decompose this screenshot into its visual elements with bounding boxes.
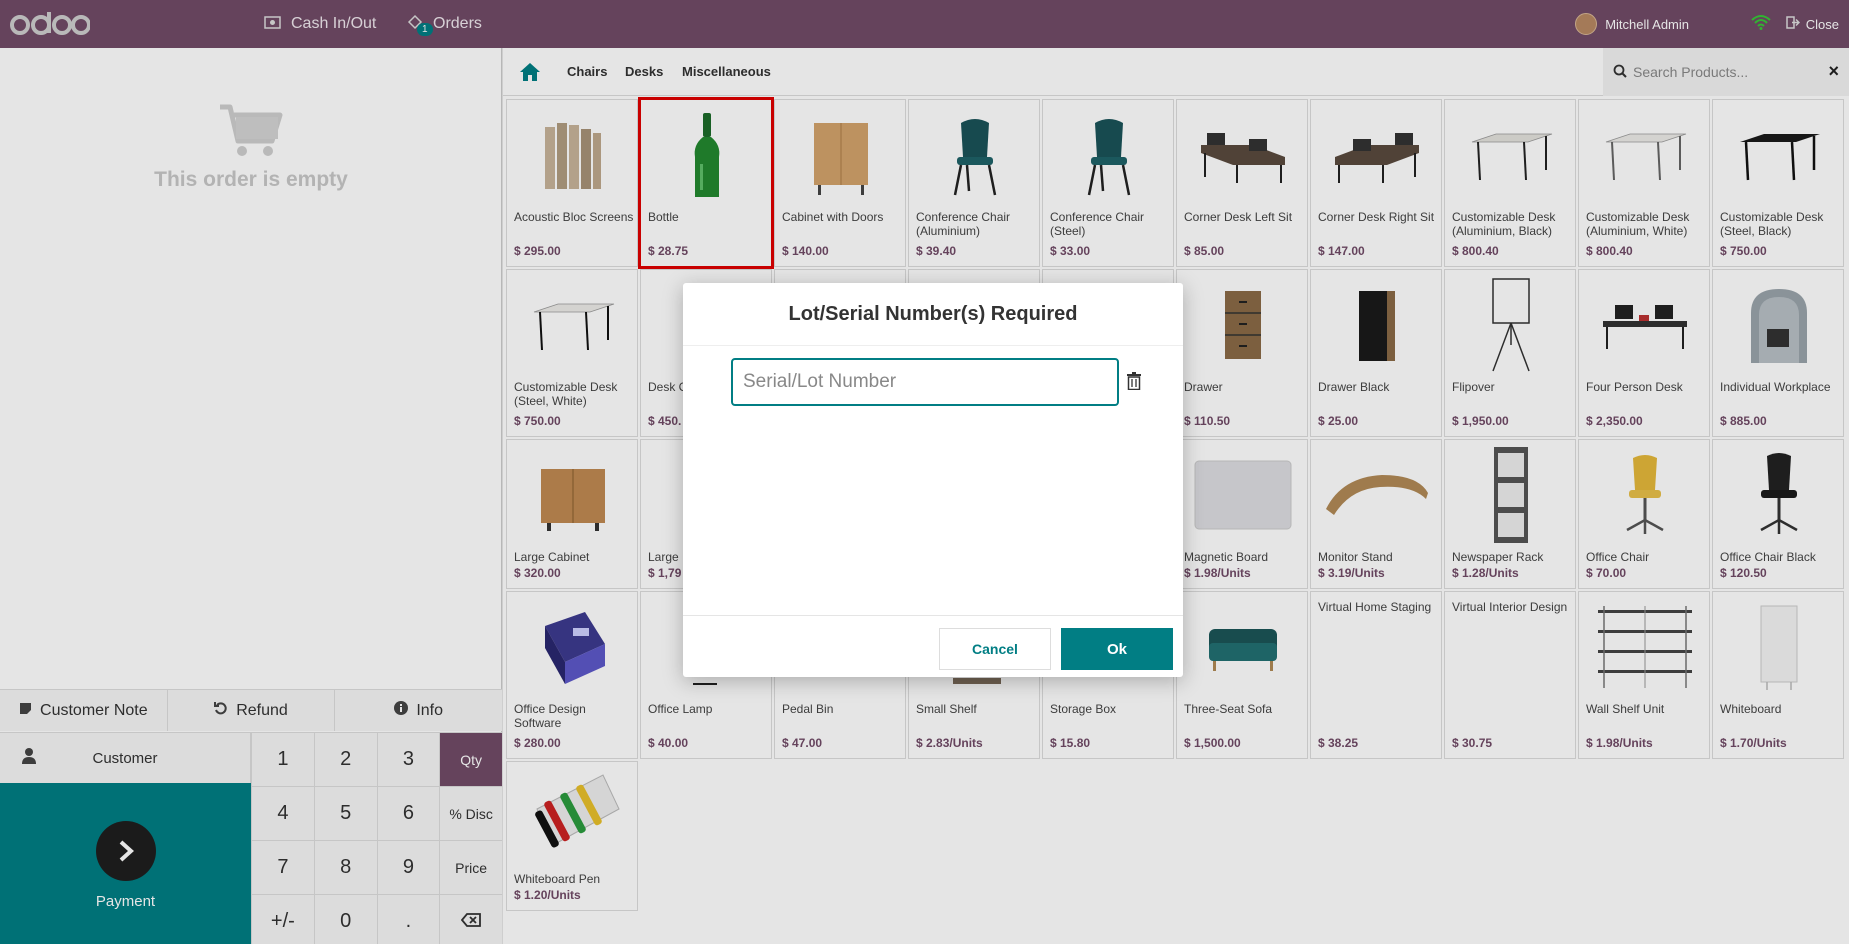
ok-button[interactable]: Ok	[1061, 628, 1173, 670]
lot-serial-dialog: Lot/Serial Number(s) Required Cancel Ok	[683, 283, 1183, 677]
serial-number-input[interactable]	[731, 358, 1119, 406]
cancel-button[interactable]: Cancel	[939, 628, 1051, 670]
trash-icon[interactable]	[1127, 372, 1141, 395]
divider	[683, 345, 1183, 346]
dialog-title: Lot/Serial Number(s) Required	[788, 303, 1078, 325]
divider	[683, 615, 1183, 616]
